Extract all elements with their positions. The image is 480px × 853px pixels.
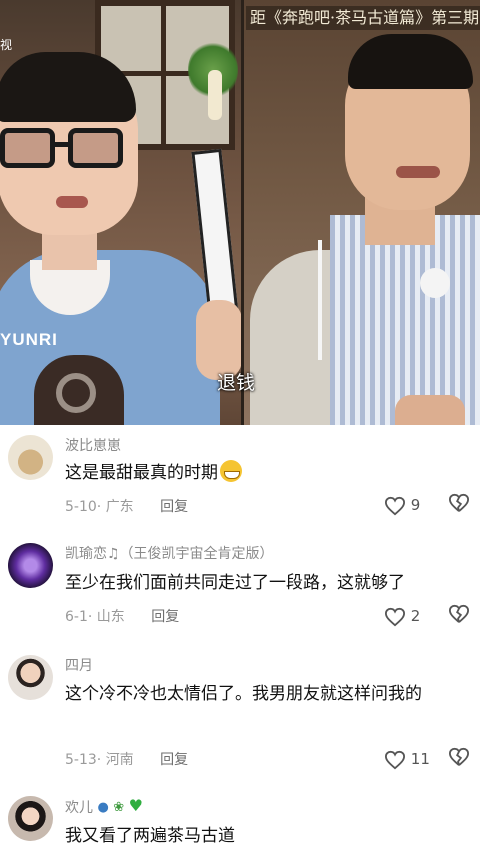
like-count: 9 bbox=[410, 496, 421, 514]
grinning-face-emoji bbox=[220, 460, 242, 482]
left-person-mouth bbox=[56, 196, 88, 208]
comment-meta: 5-13· 河南 回复 bbox=[65, 752, 189, 768]
broken-heart-outline-icon bbox=[448, 493, 470, 512]
comment-date: 6-1 bbox=[65, 609, 88, 625]
like-count: 2 bbox=[410, 607, 421, 625]
background-lamp bbox=[208, 70, 222, 120]
avatar[interactable] bbox=[8, 796, 53, 841]
comment-text: 我又看了两遍茶马古道 bbox=[65, 826, 235, 846]
like-button[interactable]: 11 bbox=[384, 747, 444, 771]
like-count: 11 bbox=[410, 750, 430, 768]
comment-location: 山东 bbox=[96, 609, 125, 625]
like-button[interactable]: 9 bbox=[384, 493, 444, 517]
sweater-print bbox=[34, 355, 124, 425]
reply-button[interactable]: 回复 bbox=[160, 499, 188, 515]
reply-button[interactable]: 回复 bbox=[160, 752, 188, 768]
comment-username-text: 欢儿 bbox=[65, 800, 93, 816]
comment-date: 5-13 bbox=[65, 752, 97, 768]
avatar[interactable] bbox=[8, 435, 53, 480]
comment-username[interactable]: 波比崽崽 bbox=[65, 435, 121, 455]
comment-list[interactable]: 波比崽崽 这是最甜最真的时期 5-10· 广东 回复 9 凯瑜恋♫（王俊凯宇宙全… bbox=[0, 425, 480, 853]
video-top-caption: 距《奔跑吧·茶马古道篇》第三期 bbox=[246, 6, 480, 30]
comment-text: 至少在我们面前共同走过了一段路，这就够了 bbox=[65, 573, 405, 593]
sweater-text: YUNRI bbox=[0, 330, 58, 349]
heart-outline-icon bbox=[384, 607, 406, 626]
comment-text-body: 这是最甜最真的时期 bbox=[65, 463, 218, 483]
comment-text: 这是最甜最真的时期 bbox=[65, 459, 465, 487]
broken-heart-outline-icon bbox=[448, 747, 470, 766]
video-left-label: 视 bbox=[0, 38, 13, 52]
dislike-button[interactable] bbox=[448, 604, 474, 628]
hoodie-cord bbox=[318, 240, 322, 360]
avatar[interactable] bbox=[8, 543, 53, 588]
comment-location: 广东 bbox=[105, 499, 134, 515]
comment-location: 河南 bbox=[105, 752, 134, 768]
video-subtitle: 退钱 bbox=[217, 372, 256, 394]
comment-username[interactable]: 欢儿 ● ❀ ♥ bbox=[65, 796, 143, 817]
comment-meta: 5-10· 广东 回复 bbox=[65, 499, 189, 515]
broken-heart-outline-icon bbox=[448, 604, 470, 623]
video-player[interactable]: 视 YUNRI 距《奔跑吧·茶马古道篇》第三期 退钱 bbox=[0, 0, 480, 425]
comment-meta: 6-1· 山东 回复 bbox=[65, 609, 180, 625]
green-heart-icon: ♥ bbox=[128, 796, 143, 815]
right-person-shirt bbox=[330, 215, 480, 425]
reply-button[interactable]: 回复 bbox=[151, 609, 179, 625]
comment-text: 这个冷不冷也太情侣了。我男朋友就这样问我的 bbox=[65, 684, 422, 704]
comment-username[interactable]: 四月 bbox=[65, 655, 93, 675]
fish-icon: ● bbox=[97, 800, 109, 815]
dislike-button[interactable] bbox=[448, 493, 474, 517]
avatar[interactable] bbox=[8, 655, 53, 700]
dislike-button[interactable] bbox=[448, 747, 474, 771]
comment-username[interactable]: 凯瑜恋♫（王俊凯宇宙全肯定版） bbox=[65, 543, 274, 563]
heart-outline-icon bbox=[384, 496, 406, 515]
right-person-hand bbox=[395, 395, 465, 425]
heart-outline-icon bbox=[384, 750, 406, 769]
like-button[interactable]: 2 bbox=[384, 604, 444, 628]
leaf-icon: ❀ bbox=[113, 800, 125, 815]
right-person-mouth bbox=[396, 166, 440, 178]
left-person-glasses bbox=[0, 128, 124, 172]
hoodie-toggle bbox=[420, 268, 450, 298]
comment-date: 5-10 bbox=[65, 499, 97, 515]
